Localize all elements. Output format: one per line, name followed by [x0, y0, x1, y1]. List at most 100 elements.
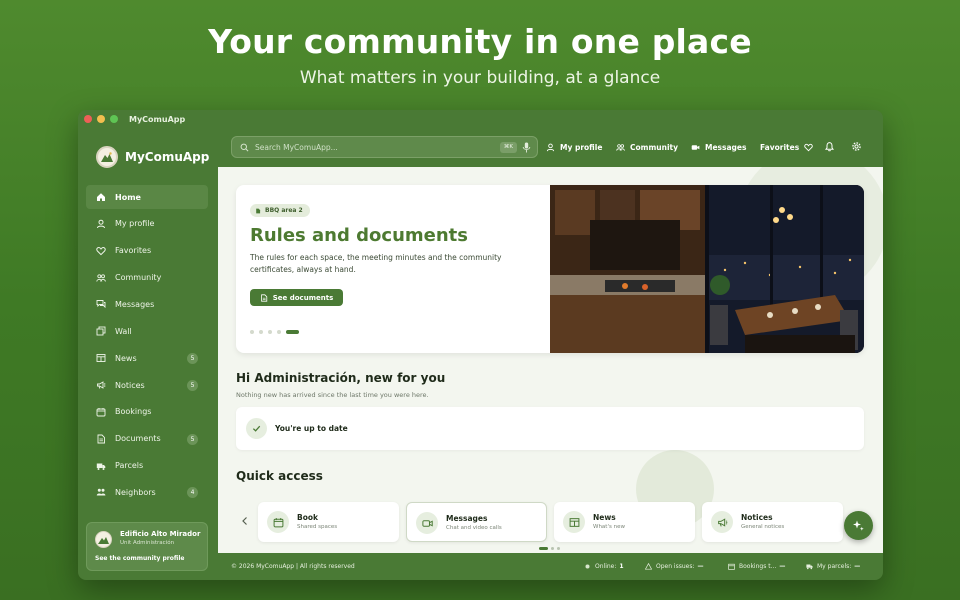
topnav-messages-label: Messages	[705, 142, 747, 152]
building-avatar	[95, 531, 112, 548]
see-documents-button[interactable]: See documents	[250, 289, 343, 306]
page-dot-active[interactable]	[539, 547, 548, 550]
close-window-button[interactable]	[84, 115, 92, 123]
quick-access-name: News	[593, 513, 616, 522]
greeting-subtitle: Nothing new has arrived since the last t…	[236, 391, 429, 399]
chat-icon	[96, 299, 106, 309]
quick-access-pagination	[539, 547, 563, 550]
sidebar-item-neighbors[interactable]: Neighbors 4	[86, 480, 208, 504]
building-card[interactable]: Edificio Alto Mirador Unit Administració…	[86, 522, 208, 571]
topnav-favorites[interactable]: Favorites	[760, 141, 813, 153]
page-dot[interactable]	[551, 547, 554, 550]
main-content: BBQ area 2 Rules and documents The rules…	[218, 167, 883, 553]
gear-icon[interactable]	[851, 141, 862, 152]
sidebar-item-label: My profile	[115, 219, 155, 229]
sidebar-item-community[interactable]: Community	[86, 266, 208, 290]
carousel-dot-active[interactable]	[286, 330, 299, 334]
parcels-label: My parcels:	[817, 563, 852, 570]
search-input[interactable]: Search MyComuApp... ⌘K	[231, 136, 538, 158]
page-dot[interactable]	[557, 547, 560, 550]
sidebar-item-news[interactable]: News 5	[86, 346, 208, 370]
featured-banner[interactable]: BBQ area 2 Rules and documents The rules…	[236, 185, 864, 353]
carousel-dot[interactable]	[250, 330, 254, 334]
sidebar-item-label: Messages	[115, 299, 155, 309]
microphone-icon[interactable]	[522, 142, 531, 153]
document-icon	[256, 208, 261, 213]
topnav-messages[interactable]: Messages	[691, 141, 746, 153]
calendar-icon	[96, 407, 106, 417]
banner-tag: BBQ area 2	[250, 204, 310, 217]
sidebar-item-messages[interactable]: Messages	[86, 292, 208, 316]
assistant-fab-button[interactable]	[844, 511, 873, 540]
online-dot-icon	[585, 564, 590, 569]
sidebar-item-parcels[interactable]: Parcels	[86, 454, 208, 478]
carousel-dot[interactable]	[259, 330, 263, 334]
bookings-status[interactable]: Bookings t... —	[728, 563, 785, 570]
notices-count-badge: 5	[187, 380, 198, 392]
window-title: MyComuApp	[129, 114, 186, 124]
home-icon	[96, 192, 106, 202]
community-profile-link[interactable]: See the community profile	[95, 555, 184, 562]
quick-access-subtitle: Chat and video calls	[446, 525, 502, 531]
title-bar: MyComuApp	[78, 110, 883, 128]
calendar-icon	[728, 563, 735, 570]
sidebar-item-bookings[interactable]: Bookings	[86, 400, 208, 424]
online-value: 1	[619, 563, 624, 570]
sidebar-item-documents[interactable]: Documents 5	[86, 427, 208, 451]
topnav-community[interactable]: Community	[616, 141, 678, 153]
maximize-window-button[interactable]	[110, 115, 118, 123]
topnav-community-label: Community	[630, 142, 679, 152]
topnav-my-profile[interactable]: My profile	[546, 141, 602, 153]
search-placeholder: Search MyComuApp...	[255, 142, 338, 152]
people-icon	[616, 143, 625, 151]
open-issues-status[interactable]: Open issues: —	[645, 563, 704, 570]
sidebar-item-label: Parcels	[115, 461, 144, 471]
sparkle-icon	[853, 520, 864, 531]
wall-icon	[96, 326, 106, 336]
quick-access-notices[interactable]: Notices General notices	[702, 502, 843, 542]
quick-access-book[interactable]: Book Shared spaces	[258, 502, 399, 542]
newspaper-icon	[96, 353, 106, 363]
status-footer: © 2026 MyComuApp | All rights reserved O…	[218, 553, 883, 580]
truck-icon	[806, 564, 813, 570]
sidebar-item-favorites[interactable]: Favorites	[86, 239, 208, 263]
hero-title: Your community in one place	[208, 22, 752, 61]
sidebar-item-notices[interactable]: Notices 5	[86, 373, 208, 397]
quick-access-messages[interactable]: Messages Chat and video calls	[406, 502, 547, 542]
hero-subtitle: What matters in your building, at a glan…	[299, 68, 661, 88]
search-shortcut-badge: ⌘K	[499, 142, 517, 153]
truck-icon	[96, 461, 106, 471]
parcels-value: —	[854, 563, 861, 570]
sidebar-item-wall[interactable]: Wall	[86, 319, 208, 343]
carousel-dot[interactable]	[277, 330, 281, 334]
heart-icon	[804, 143, 813, 151]
up-to-date-card: You're up to date	[236, 407, 864, 450]
sidebar-item-home[interactable]: Home	[86, 185, 208, 209]
banner-tag-label: BBQ area 2	[265, 207, 303, 214]
quick-access-name: Messages	[446, 514, 488, 523]
bookings-label: Bookings t...	[739, 563, 777, 570]
bell-icon[interactable]	[824, 141, 835, 152]
quick-access-name: Book	[297, 513, 319, 522]
bookings-value: —	[779, 563, 786, 570]
quick-access-news[interactable]: News What's new	[554, 502, 695, 542]
banner-description: The rules for each space, the meeting mi…	[250, 253, 502, 274]
documents-count-badge: 5	[187, 433, 198, 445]
minimize-window-button[interactable]	[97, 115, 105, 123]
heart-icon	[96, 246, 106, 256]
quick-access-subtitle: Shared spaces	[297, 524, 338, 530]
people-icon	[96, 487, 106, 497]
megaphone-icon	[711, 511, 733, 533]
carousel-dot[interactable]	[268, 330, 272, 334]
app-logo[interactable]: MyComuApp	[96, 146, 209, 168]
parcels-status[interactable]: My parcels: —	[806, 563, 860, 570]
app-name: MyComuApp	[125, 150, 210, 164]
quick-access-name: Notices	[741, 513, 773, 522]
quick-access-subtitle: What's new	[593, 524, 625, 530]
user-icon	[546, 143, 555, 151]
open-issues-label: Open issues:	[656, 563, 695, 570]
user-icon	[96, 219, 106, 229]
chevron-left-icon[interactable]	[240, 516, 250, 526]
checkmark-icon	[246, 418, 267, 439]
sidebar-item-my-profile[interactable]: My profile	[86, 212, 208, 236]
